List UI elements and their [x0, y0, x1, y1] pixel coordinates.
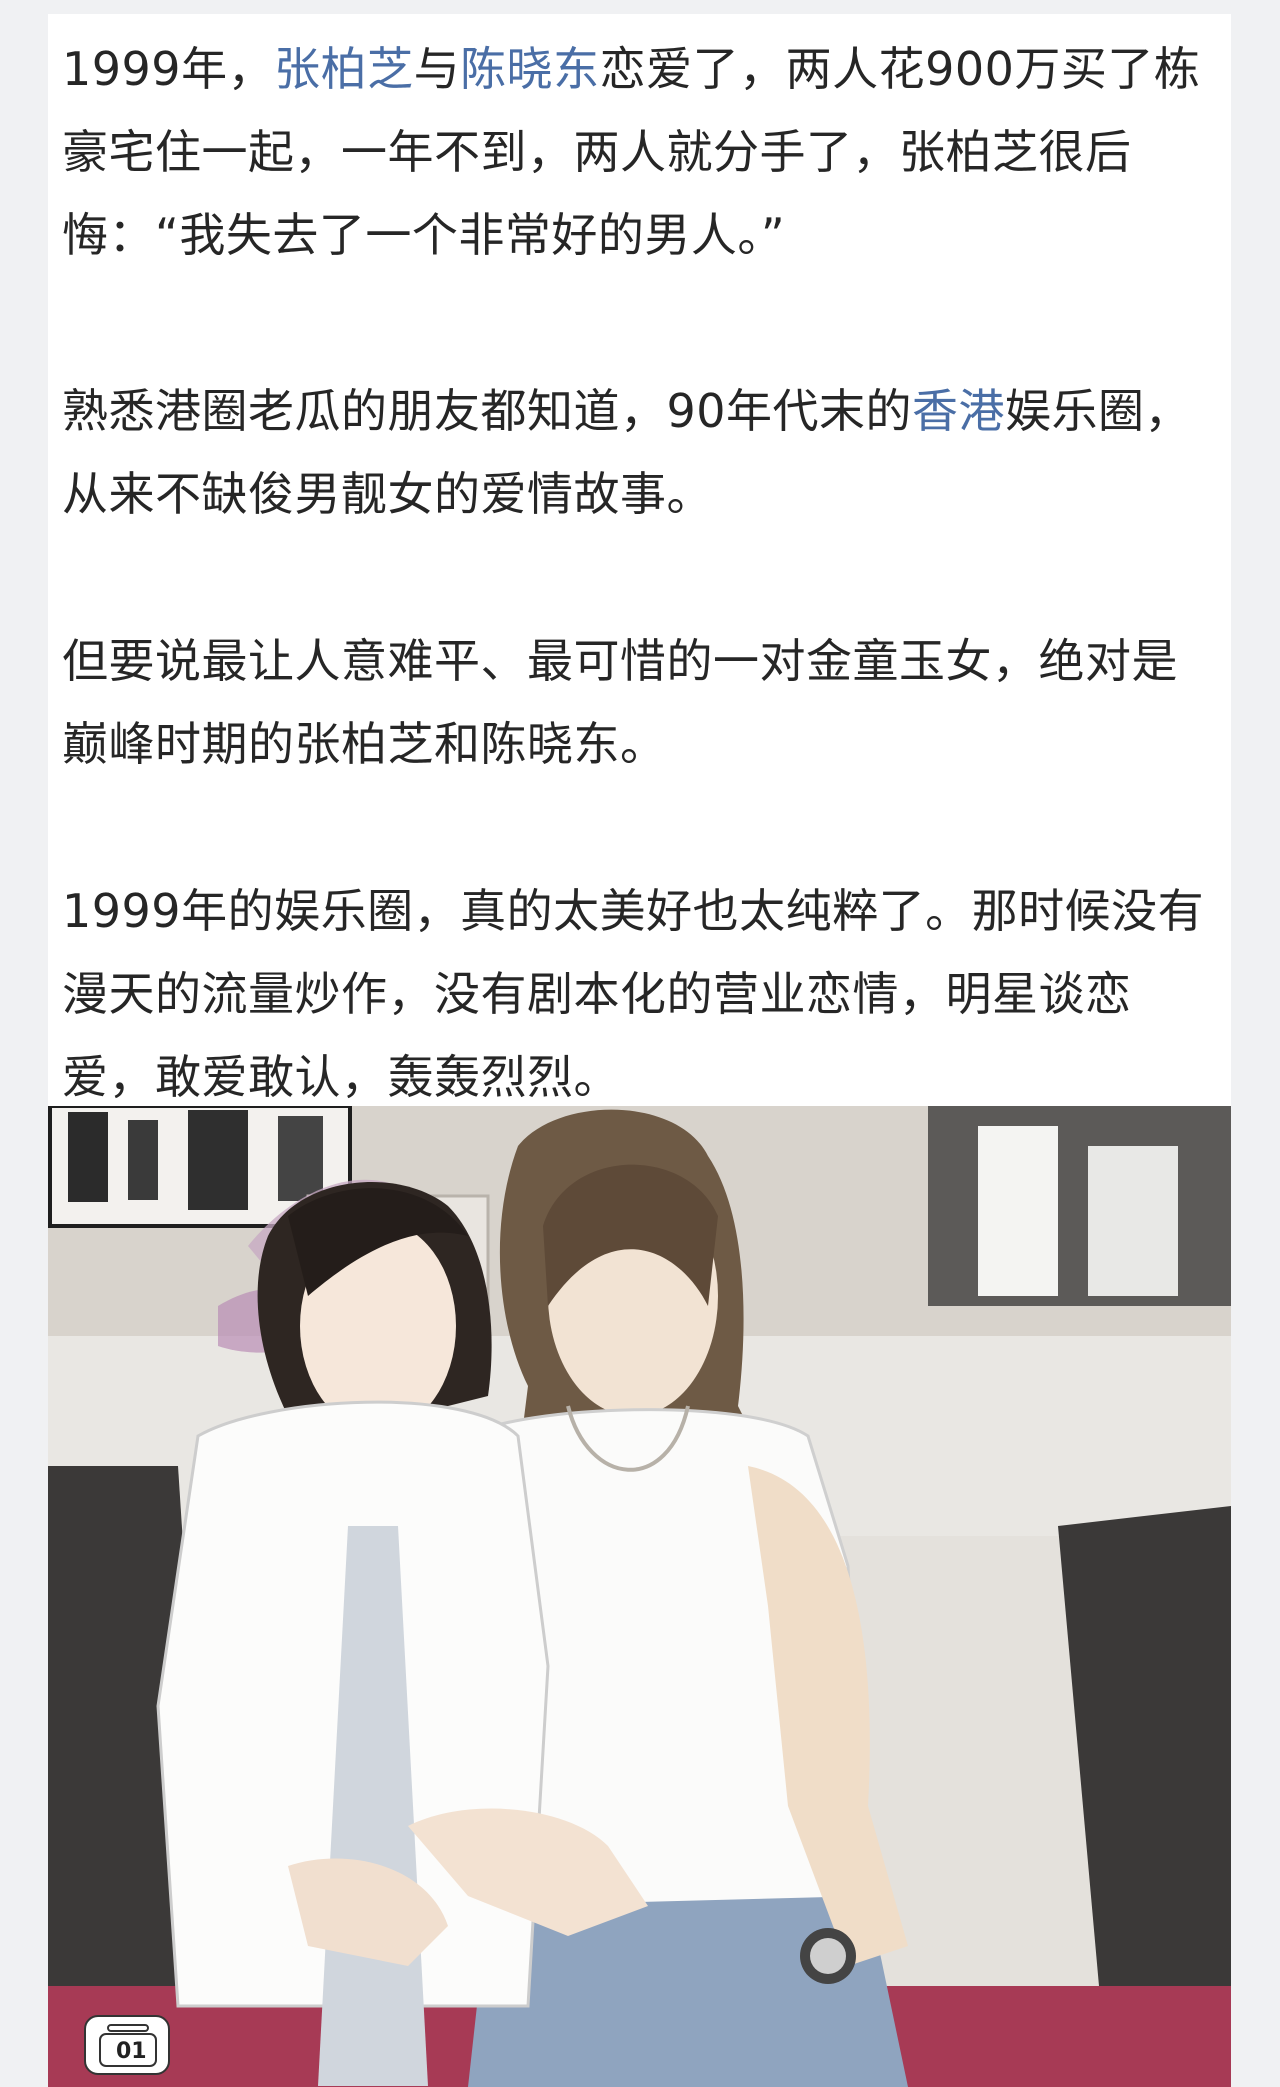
page-viewport: 1999年，张柏芝与陈晓东恋爱了，两人花900万买了栋豪宅住一起，一年不到，两人…	[0, 0, 1280, 2087]
article-photo[interactable]: 01	[48, 1106, 1231, 2087]
image-counter-label: 01	[116, 2039, 147, 2064]
text-segment: 1999年，	[62, 42, 275, 96]
text-segment: 但要说最让人意难平、最可惜的一对金童玉女，绝对是巅峰时期的张柏芝和陈晓东。	[62, 634, 1178, 771]
link-chen-xiaodong[interactable]: 陈晓东	[460, 42, 600, 96]
link-hong-kong[interactable]: 香港	[912, 384, 1005, 438]
text-segment: 1999年的娱乐圈，真的太美好也太纯粹了。那时候没有漫天的流量炒作，没有剧本化的…	[62, 884, 1205, 1104]
link-zhang-baizhi[interactable]: 张柏芝	[274, 42, 414, 96]
article-paragraph-4: 1999年的娱乐圈，真的太美好也太纯粹了。那时候没有漫天的流量炒作，没有剧本化的…	[62, 870, 1222, 1119]
article-paragraph-3: 但要说最让人意难平、最可惜的一对金童玉女，绝对是巅峰时期的张柏芝和陈晓东。	[62, 620, 1222, 786]
image-counter-badge[interactable]: 01	[84, 2015, 170, 2075]
article-paragraph-2: 熟悉港圈老瓜的朋友都知道，90年代末的香港娱乐圈，从来不缺俊男靓女的爱情故事。	[62, 370, 1222, 536]
text-segment: 与	[413, 42, 461, 96]
article-paragraph-1: 1999年，张柏芝与陈晓东恋爱了，两人花900万买了栋豪宅住一起，一年不到，两人…	[62, 28, 1222, 277]
text-segment: 熟悉港圈老瓜的朋友都知道，90年代末的	[62, 384, 913, 438]
photo-illustration	[48, 1106, 1231, 2087]
article-card: 1999年，张柏芝与陈晓东恋爱了，两人花900万买了栋豪宅住一起，一年不到，两人…	[48, 14, 1231, 2087]
